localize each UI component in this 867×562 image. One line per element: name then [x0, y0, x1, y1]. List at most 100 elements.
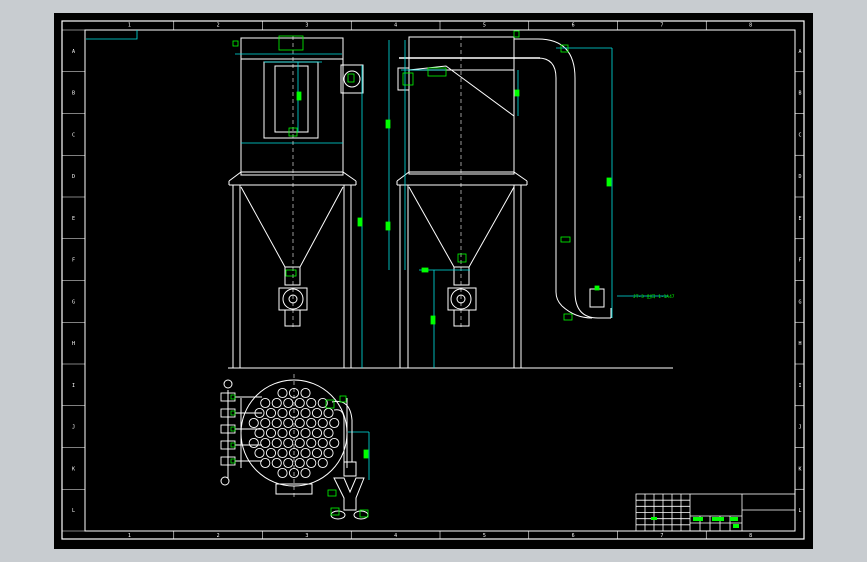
filter-bag [311, 407, 323, 419]
column-label: 8 [749, 23, 752, 29]
row-label: K [798, 466, 801, 472]
column-label: 8 [749, 533, 752, 539]
filter-bag [271, 437, 282, 449]
row-label: C [72, 132, 75, 138]
dim-marker [606, 177, 612, 187]
inlet-flange [397, 67, 410, 91]
column-label: 3 [305, 533, 308, 539]
plan-valve-body [343, 461, 357, 477]
row-label: L [798, 508, 801, 514]
row-label: H [798, 341, 801, 347]
row-label: I [72, 383, 75, 389]
tb-mark [651, 517, 657, 520]
column-label: 6 [572, 23, 575, 29]
filter-bag [311, 447, 323, 459]
dim-marker [560, 236, 571, 243]
outlet-duct-outer [514, 38, 611, 319]
filter-bag [294, 437, 305, 449]
outlet-flange [589, 288, 605, 308]
filter-bag [254, 447, 265, 459]
row-label: L [72, 508, 75, 514]
filter-bag [260, 397, 271, 409]
filter-bag [329, 417, 340, 429]
filter-bag [277, 447, 288, 459]
filter-bag [283, 457, 294, 469]
dim-marker [514, 89, 520, 97]
filter-bag [294, 397, 305, 409]
pulse-valve-marker [230, 394, 236, 400]
zone-ticks [62, 21, 804, 539]
filter-bag [271, 397, 282, 409]
column-label: 2 [217, 533, 220, 539]
row-label: G [72, 299, 75, 305]
plan-outlet-right [353, 510, 369, 520]
filter-bag [294, 457, 305, 469]
dim-marker [339, 395, 347, 403]
pulse-valve-marker [230, 458, 236, 464]
side-valve-housing [447, 287, 477, 311]
column-label: 6 [572, 533, 575, 539]
filter-bag [306, 397, 317, 409]
row-label: F [72, 258, 75, 264]
drawing-sheet: 1 1 2 2 3 3 4 4 5 5 6 6 7 7 8 8 A A B B C C D D E E F F G G H H I I J J K K L… [54, 13, 813, 549]
filter-bag [254, 427, 265, 439]
filter-bag [265, 407, 277, 419]
tb-mark [733, 524, 739, 528]
front-view-collector [228, 37, 364, 368]
filter-bag [306, 457, 317, 469]
filter-bag [300, 427, 311, 439]
access-door-inner [274, 65, 309, 133]
filter-bag [277, 407, 288, 419]
column-label: 1 [128, 533, 131, 539]
title-block-left-grid [636, 494, 731, 531]
filter-bag [317, 417, 328, 429]
row-label: G [798, 299, 801, 305]
filter-bag [300, 447, 311, 459]
filter-bag [277, 467, 288, 479]
column-label: 5 [483, 533, 486, 539]
column-labels: 1 1 2 2 3 3 4 4 5 5 6 6 7 7 8 8 [128, 23, 752, 540]
row-label: K [72, 466, 75, 472]
dim-marker [427, 67, 447, 77]
column-label: 2 [217, 23, 220, 29]
filter-bag [300, 387, 311, 399]
filter-bag [260, 457, 271, 469]
filter-bag [271, 417, 282, 429]
column-label: 1 [128, 23, 131, 29]
inlet-duct [408, 65, 515, 117]
dim-marker [327, 489, 337, 497]
filter-bag [283, 417, 294, 429]
filter-bag [323, 407, 334, 419]
filter-bag [323, 427, 334, 439]
row-label: H [72, 341, 75, 347]
row-label: J [72, 425, 75, 431]
dim-marker [563, 313, 573, 321]
column-label: 7 [660, 533, 663, 539]
row-label: A [798, 49, 801, 55]
outer-frame [61, 20, 805, 540]
pulse-valve-marker [230, 442, 236, 448]
dim-marker [421, 267, 429, 273]
row-label: D [798, 174, 801, 180]
filter-bag [283, 397, 294, 409]
plan-y-branch [333, 477, 365, 511]
tb-mark [712, 517, 724, 521]
filter-bag [260, 437, 271, 449]
column-label: 5 [483, 23, 486, 29]
filter-bag [265, 447, 277, 459]
row-label: C [798, 132, 801, 138]
filter-bag [294, 417, 305, 429]
filter-bag [300, 407, 311, 419]
filter-bag [306, 417, 317, 429]
column-label: 4 [394, 533, 397, 539]
dim-marker [232, 40, 239, 47]
row-label: J [798, 425, 801, 431]
filter-bag [329, 437, 340, 449]
front-top-box [240, 37, 344, 60]
filter-bag [277, 427, 288, 439]
side-fan [343, 70, 361, 88]
side-hopper [408, 186, 515, 268]
pulse-valve-marker [230, 426, 236, 432]
dim-marker [385, 221, 391, 231]
front-body [240, 58, 344, 176]
